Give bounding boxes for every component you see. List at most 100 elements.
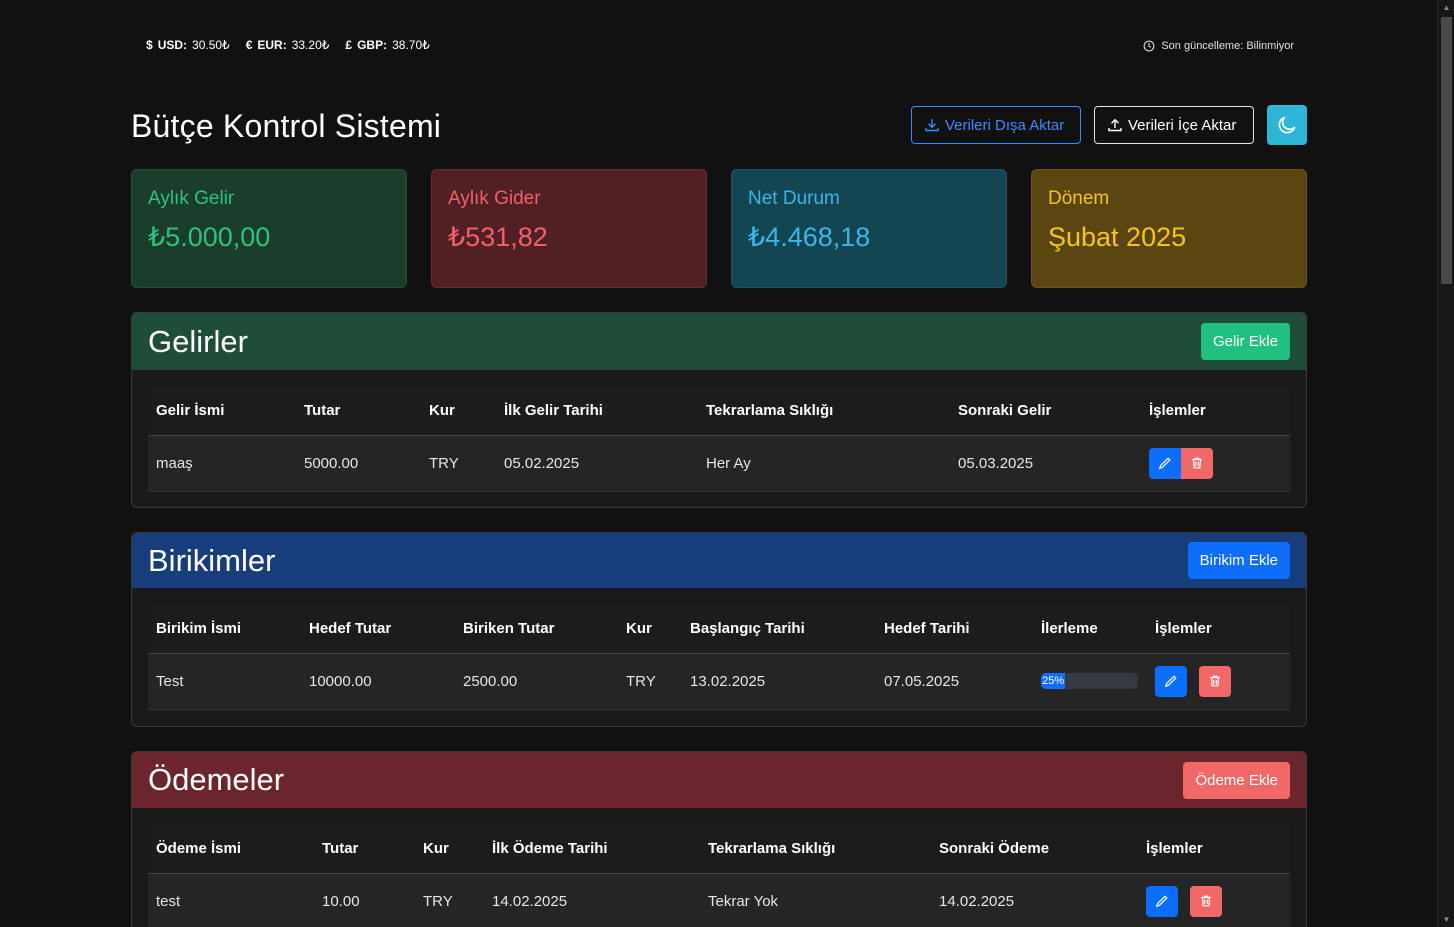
period-card: Dönem Şubat 2025 — [1031, 169, 1307, 288]
column-header: İşlemler — [1141, 386, 1290, 436]
column-header: Biriken Tutar — [455, 604, 618, 654]
rate-code: GBP: — [357, 38, 388, 52]
cell-actions — [1141, 435, 1290, 492]
clock-icon — [1143, 40, 1155, 52]
monthly-expense-card: Aylık Gider ₺531,82 — [431, 169, 707, 288]
cell-next: 05.03.2025 — [950, 435, 1141, 492]
rate-eur: € EUR: 33.20₺ — [246, 38, 330, 52]
column-header: Hedef Tutar — [301, 604, 455, 654]
rate-usd: $ USD: 30.50₺ — [146, 38, 230, 52]
column-header: İlk Ödeme Tarihi — [484, 824, 700, 874]
cell-currency: TRY — [421, 435, 496, 492]
progress-bar: 25% — [1041, 673, 1138, 689]
cell-currency: TRY — [618, 653, 682, 710]
pencil-icon — [1164, 675, 1177, 688]
cell-first-date: 14.02.2025 — [484, 873, 700, 927]
delete-button[interactable] — [1181, 447, 1213, 479]
payments-header: Ödemeler Ödeme Ekle — [132, 752, 1306, 808]
column-header: İşlemler — [1138, 824, 1290, 874]
exchange-rates-bar: $ USD: 30.50₺ € EUR: 33.20₺ £ GBP: 38.70… — [146, 38, 430, 52]
upload-icon — [1108, 118, 1122, 132]
cell-saved: 2500.00 — [455, 653, 618, 710]
theme-toggle-button[interactable] — [1267, 105, 1307, 145]
vertical-scrollbar[interactable]: ▲ ▼ — [1437, 0, 1454, 927]
rate-value: 30.50₺ — [192, 38, 230, 52]
column-header: Ödeme İsmi — [148, 824, 314, 874]
cell-next: 14.02.2025 — [931, 873, 1138, 927]
savings-header: Birikimler Birikim Ekle — [132, 533, 1306, 588]
income-table: Gelir İsmi Tutar Kur İlk Gelir Tarihi Te… — [148, 386, 1290, 492]
card-value: Şubat 2025 — [1048, 222, 1187, 252]
column-header: Tutar — [296, 386, 421, 436]
rate-gbp: £ GBP: 38.70₺ — [345, 38, 429, 52]
card-label: Net Durum — [748, 188, 840, 209]
savings-title: Birikimler — [148, 542, 276, 578]
column-header: Kur — [415, 824, 484, 874]
scroll-down-icon[interactable]: ▼ — [1442, 915, 1451, 924]
income-header: Gelirler Gelir Ekle — [132, 313, 1306, 370]
delete-button[interactable] — [1190, 885, 1222, 917]
progress-fill: 25% — [1041, 673, 1066, 689]
column-header: Gelir İsmi — [148, 386, 296, 436]
edit-button[interactable] — [1155, 665, 1187, 697]
rate-code: EUR: — [257, 38, 287, 52]
cell-target: 10000.00 — [301, 653, 455, 710]
delete-button[interactable] — [1199, 665, 1231, 697]
column-header: Kur — [421, 386, 496, 436]
card-value: ₺5.000,00 — [148, 222, 271, 252]
pound-icon: £ — [345, 38, 353, 52]
cell-start-date: 13.02.2025 — [682, 653, 876, 710]
cell-frequency: Tekrar Yok — [700, 873, 931, 927]
column-header: Başlangıç Tarihi — [682, 604, 876, 654]
savings-table: Birikim İsmi Hedef Tutar Biriken Tutar K… — [148, 604, 1290, 710]
pencil-icon — [1155, 895, 1168, 908]
edit-button[interactable] — [1146, 885, 1178, 917]
import-data-button[interactable]: Verileri İçe Aktar — [1094, 106, 1254, 144]
cell-name: test — [148, 873, 314, 927]
rate-code: USD: — [157, 38, 188, 52]
savings-section: Birikimler Birikim Ekle Birikim İsmi Hed… — [131, 532, 1307, 727]
column-header: İşlemler — [1147, 604, 1290, 654]
cell-amount: 5000.00 — [296, 435, 421, 492]
rate-value: 33.20₺ — [291, 38, 330, 52]
income-title: Gelirler — [148, 323, 248, 359]
column-header: İlerleme — [1033, 604, 1147, 654]
add-payment-button[interactable]: Ödeme Ekle — [1183, 761, 1290, 799]
euro-icon: € — [245, 38, 253, 52]
monthly-income-card: Aylık Gelir ₺5.000,00 — [131, 169, 407, 288]
export-data-button[interactable]: Verileri Dışa Aktar — [911, 106, 1081, 144]
payments-table: Ödeme İsmi Tutar Kur İlk Ödeme Tarihi Te… — [148, 824, 1290, 927]
download-icon — [925, 119, 939, 132]
income-section: Gelirler Gelir Ekle Gelir İsmi Tutar Kur… — [131, 312, 1307, 508]
scroll-up-icon[interactable]: ▲ — [1442, 3, 1451, 12]
column-header: Kur — [618, 604, 682, 654]
card-label: Dönem — [1048, 188, 1110, 209]
page-title: Bütçe Kontrol Sistemi — [131, 108, 442, 144]
add-income-button[interactable]: Gelir Ekle — [1200, 323, 1290, 360]
edit-button[interactable] — [1149, 447, 1181, 479]
cell-frequency: Her Ay — [698, 435, 950, 492]
add-saving-button[interactable]: Birikim Ekle — [1187, 542, 1290, 579]
column-header: Tekrarlama Sıklığı — [698, 386, 950, 436]
moon-icon — [1278, 116, 1296, 134]
trash-icon — [1210, 675, 1220, 687]
column-header: Sonraki Ödeme — [931, 824, 1138, 874]
payments-title: Ödemeler — [148, 762, 285, 797]
table-row: Test 10000.00 2500.00 TRY 13.02.2025 07.… — [148, 653, 1290, 710]
card-value: ₺4.468,18 — [748, 222, 871, 252]
column-header: Birikim İsmi — [148, 604, 301, 654]
table-row: maaş 5000.00 TRY 05.02.2025 Her Ay 05.03… — [148, 435, 1290, 492]
last-update: Son güncelleme: Bilinmiyor — [1143, 40, 1294, 52]
scroll-thumb[interactable] — [1441, 17, 1452, 284]
cell-name: Test — [148, 653, 301, 710]
export-label: Verileri Dışa Aktar — [945, 116, 1065, 134]
rate-value: 38.70₺ — [392, 38, 430, 52]
trash-icon — [1201, 895, 1211, 907]
dollar-icon: $ — [146, 38, 153, 52]
net-status-card: Net Durum ₺4.468,18 — [731, 169, 1007, 288]
cell-end-date: 07.05.2025 — [876, 653, 1033, 710]
column-header: Sonraki Gelir — [950, 386, 1141, 436]
column-header: Tekrarlama Sıklığı — [700, 824, 931, 874]
cell-currency: TRY — [415, 873, 484, 927]
pencil-icon — [1158, 457, 1171, 470]
